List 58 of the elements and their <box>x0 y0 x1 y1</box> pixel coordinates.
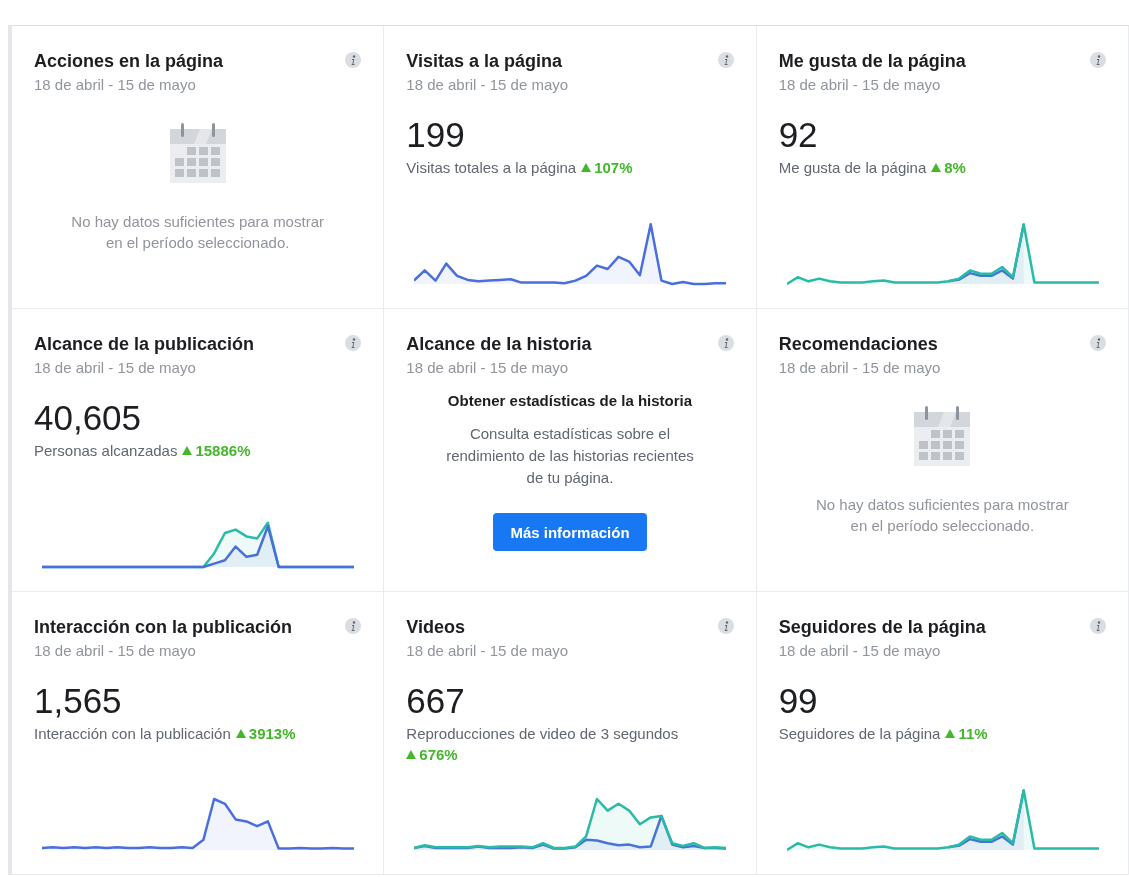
calendar-icon <box>169 123 226 183</box>
card-title: Visitas a la página <box>406 50 564 72</box>
promo-text: Consulta estadísticas sobre el rendimiento de las historias recientes de tu página. <box>445 424 695 488</box>
metric-value: 667 <box>406 681 466 721</box>
info-icon[interactable] <box>345 335 362 351</box>
card-title: Acciones en la página <box>34 50 224 72</box>
metric-value: 99 <box>778 681 819 721</box>
metric-value: 199 <box>406 115 466 155</box>
info-icon[interactable] <box>1090 618 1106 634</box>
date-range: 18 de abril - 15 de mayo <box>34 359 197 376</box>
info-icon[interactable] <box>717 335 734 351</box>
card-title: Recomendaciones <box>778 333 939 355</box>
metric-caption: Personas alcanzadas <box>34 442 178 459</box>
metric-value: 1,565 <box>34 681 123 721</box>
card-title: Me gusta de la página <box>778 50 966 72</box>
change-percent: 8% <box>931 157 966 178</box>
date-range: 18 de abril - 15 de mayo <box>406 359 570 376</box>
info-icon[interactable] <box>717 618 734 634</box>
date-range: 18 de abril - 15 de mayo <box>406 76 569 93</box>
metric-caption: Visitas totales a la página <box>406 159 577 176</box>
card-title: Interacción con la publicación <box>34 616 293 638</box>
more-info-button[interactable]: Más información <box>493 513 647 551</box>
change-percent: 676% <box>406 744 458 765</box>
info-icon[interactable] <box>345 52 362 68</box>
metric-value: 40,605 <box>34 398 143 438</box>
card-title: Alcance de la historia <box>406 333 592 355</box>
up-triangle-icon <box>182 446 193 455</box>
date-range: 18 de abril - 15 de mayo <box>34 642 197 659</box>
up-triangle-icon <box>931 163 942 172</box>
change-percent: 15886% <box>182 440 251 461</box>
card-title: Seguidores de la página <box>778 616 986 638</box>
card-title: Alcance de la publicación <box>34 333 255 355</box>
up-triangle-icon <box>406 750 417 759</box>
metric-caption: Seguidores de la página <box>778 725 941 742</box>
date-range: 18 de abril - 15 de mayo <box>778 76 942 93</box>
up-triangle-icon <box>581 163 592 172</box>
metric-caption: Interacción con la publicación <box>34 725 231 742</box>
up-triangle-icon <box>235 729 246 738</box>
up-triangle-icon <box>945 729 956 738</box>
date-range: 18 de abril - 15 de mayo <box>34 76 197 93</box>
info-icon[interactable] <box>345 618 362 634</box>
calendar-icon <box>914 406 971 466</box>
metric-caption: Me gusta de la página <box>778 159 927 176</box>
promo-heading: Obtener estadísticas de la historia <box>447 392 693 409</box>
metric-value: 92 <box>778 115 819 155</box>
info-icon[interactable] <box>717 52 734 68</box>
metric-caption: Reproducciones de video de 3 segundos <box>406 725 679 742</box>
change-percent: 3913% <box>235 723 296 744</box>
no-data-message: No hay datos suficientes para mostrar en el período seleccionado. <box>815 495 1070 536</box>
date-range: 18 de abril - 15 de mayo <box>778 642 942 659</box>
no-data-message: No hay datos suficientes para mostrar en el período seleccionado. <box>70 212 325 253</box>
info-icon[interactable] <box>1090 52 1106 68</box>
info-icon[interactable] <box>1090 335 1106 351</box>
change-percent: 107% <box>581 157 633 178</box>
change-percent: 11% <box>945 723 988 744</box>
date-range: 18 de abril - 15 de mayo <box>406 642 569 659</box>
card-title: Videos <box>406 616 467 638</box>
date-range: 18 de abril - 15 de mayo <box>778 359 941 376</box>
